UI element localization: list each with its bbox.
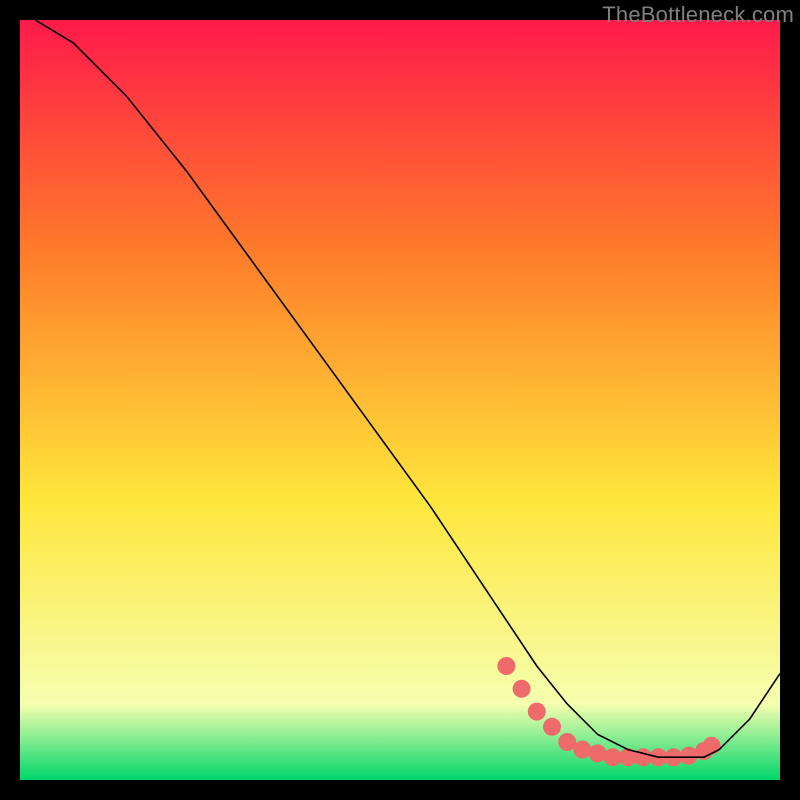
- watermark-text: TheBottleneck.com: [602, 2, 794, 28]
- trough-dot: [513, 680, 531, 698]
- trough-dot: [703, 737, 721, 755]
- plot-area: [20, 20, 780, 780]
- trough-dot: [573, 741, 591, 759]
- trough-dot: [589, 744, 607, 762]
- trough-dot: [497, 657, 515, 675]
- chart-frame: TheBottleneck.com: [0, 0, 800, 800]
- chart-svg: [20, 20, 780, 780]
- trough-dot: [543, 718, 561, 736]
- trough-dot: [528, 703, 546, 721]
- gradient-background: [20, 20, 780, 780]
- trough-dot: [680, 747, 698, 765]
